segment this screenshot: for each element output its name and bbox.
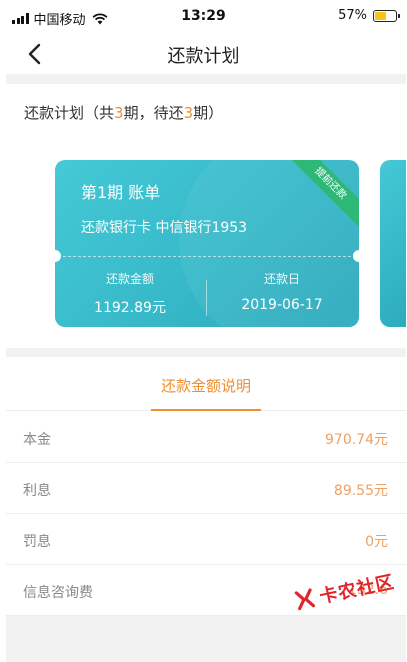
card-divider	[63, 256, 351, 257]
amount-column: 还款金额 1192.89元	[55, 270, 205, 317]
status-bar: 中国移动 13:29 57%	[0, 0, 407, 34]
due-date-value: 2019-06-17	[241, 297, 323, 313]
card-notch-left	[55, 250, 61, 262]
section-divider	[6, 348, 406, 357]
date-column: 还款日 2019-06-17	[207, 270, 357, 313]
bill-card[interactable]: 提前还款 第1期 账单 还款银行卡 中信银行1953 还款金额 1192.89元…	[55, 160, 359, 327]
amount-value: 1192.89元	[94, 300, 166, 316]
list-item-interest: 利息 89.55元	[6, 463, 406, 514]
status-right: 57%	[338, 8, 400, 23]
page-title: 还款计划	[167, 46, 240, 67]
card-notch-right	[353, 250, 359, 262]
battery-icon	[373, 9, 400, 22]
bill-carousel[interactable]: 提前还款 第1期 账单 还款银行卡 中信银行1953 还款金额 1192.89元…	[6, 142, 406, 348]
row-label: 信息咨询费	[23, 585, 93, 601]
repayment-bank-card: 还款银行卡 中信银行1953	[81, 220, 248, 236]
row-label: 本金	[23, 432, 51, 448]
tab-indicator	[151, 409, 261, 411]
footer-area	[6, 616, 406, 662]
row-value: 970.74元	[325, 432, 388, 448]
total-periods: 3	[114, 104, 124, 122]
row-value: 0元	[365, 534, 388, 550]
bill-period-title: 第1期 账单	[81, 183, 161, 202]
due-date-label: 还款日	[263, 272, 300, 286]
nav-bar: 还款计划	[0, 34, 407, 74]
plan-summary-text: 还款计划（共3期，待还3期）	[24, 104, 224, 122]
row-value: 89.55元	[333, 483, 388, 499]
row-label: 罚息	[23, 534, 51, 550]
pending-periods: 3	[183, 104, 194, 122]
list-item-penalty: 罚息 0元	[6, 514, 406, 565]
amount-detail-tabs: 还款金额说明	[6, 357, 406, 411]
kanong-logo-icon	[294, 588, 315, 611]
plan-summary: 还款计划（共3期，待还3期）	[6, 84, 406, 142]
amount-label: 还款金额	[105, 272, 154, 286]
section-divider	[6, 74, 406, 84]
tab-amount-explanation[interactable]: 还款金额说明	[6, 375, 406, 396]
battery-percent: 57%	[338, 8, 367, 23]
list-item-principal: 本金 970.74元	[6, 412, 406, 463]
row-label: 利息	[23, 483, 51, 499]
next-bill-card[interactable]	[380, 160, 406, 327]
